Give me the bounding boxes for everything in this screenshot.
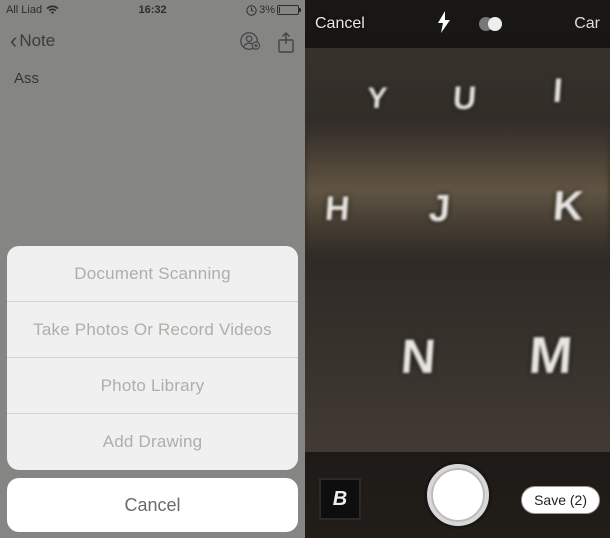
scanner-bottom-bar: B Save (2) [305,452,610,538]
flash-icon[interactable] [437,11,451,38]
key-glyph: Y [366,82,388,116]
scan-thumbnail[interactable]: B [319,478,361,520]
key-glyph: I [552,72,564,111]
document-scanner-screen: Y U I H J K N M Cancel Car B Save (2) [305,0,610,538]
key-glyph: J [427,188,451,231]
key-glyph: M [527,326,575,386]
action-sheet-options: Document Scanning Take Photos Or Record … [7,246,298,470]
scanner-mode-label[interactable]: Car [574,15,600,33]
scanner-top-bar: Cancel Car [305,0,610,48]
action-take-photo[interactable]: Take Photos Or Record Videos [7,302,298,358]
action-photo-library[interactable]: Photo Library [7,358,298,414]
key-glyph: N [399,330,438,385]
shutter-button[interactable] [427,464,489,526]
key-glyph: K [551,182,585,230]
key-glyph: H [324,190,351,229]
action-sheet: Document Scanning Take Photos Or Record … [7,246,298,532]
action-cheet-cancel[interactable]: Cancel [7,478,298,532]
scanner-controls [437,11,502,38]
scanner-cancel-button[interactable]: Cancel [315,15,365,33]
key-glyph: U [452,80,478,117]
notes-app-screen: All Liad 16:32 3% ‹ Note A [0,0,305,538]
action-scan-documents[interactable]: Document Scanning [7,246,298,302]
filter-icon[interactable] [479,17,502,31]
save-button[interactable]: Save (2) [521,486,600,514]
thumbnail-glyph: B [333,488,347,511]
action-add-drawing[interactable]: Add Drawing [7,414,298,470]
